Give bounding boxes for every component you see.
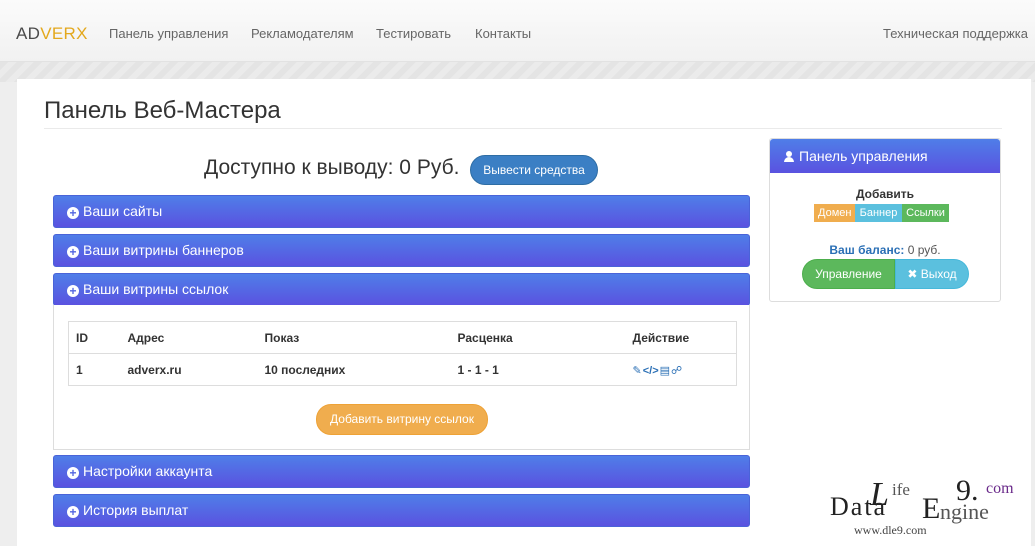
brand-logo-part2: VERX [40,24,88,43]
balance-label: Ваш баланс: [829,243,905,257]
col-header-id: ID [76,330,88,345]
close-icon: ✖ [907,267,918,281]
control-side-panel: Панель управления Добавить Домен Баннер … [769,138,1001,302]
watermark-com: com [986,480,1014,497]
accordion-label: Ваши витрины баннеров [83,242,244,258]
title-divider [44,128,1002,129]
add-domain-label[interactable]: Домен [814,204,855,222]
col-header-address: Адрес [127,330,165,345]
watermark-data: Data [830,492,888,521]
add-labels: Домен Баннер Ссылки [814,204,949,222]
col-header-price: Расценка [457,330,513,345]
side-panel-title: Панель управления [799,148,928,164]
col-header-action: Действие [632,330,690,345]
watermark-ife: ife [892,480,910,499]
watermark-nine: 9. [956,474,979,507]
list-icon[interactable]: ▤ [660,365,670,377]
available-balance-text: Доступно к выводу: 0 Руб. [204,156,460,179]
side-panel-header: Панель управления [770,139,1000,173]
table-row: 1 adverx.ru 10 последних 1 - 1 - 1 ✎</>▤… [68,353,737,386]
nav-item-test[interactable]: Тестировать [376,26,451,41]
code-icon[interactable]: </> [643,365,659,377]
accordion-sites[interactable]: + Ваши сайты [53,195,750,228]
watermark-letter-e: E [922,492,941,525]
cell-show: 10 последних [264,362,346,377]
accordion-label: Ваши витрины ссылок [83,281,229,297]
nav-item-contacts[interactable]: Контакты [475,26,531,41]
accordion-label: Настройки аккаунта [83,463,213,479]
top-navbar: ADVERX Панель управления Рекламодателям … [0,0,1035,62]
link-showcases-panel: ID Адрес Показ Расценка Действие 1 adver… [53,305,750,450]
add-link-showcase-button[interactable]: Добавить витрину ссылок [316,404,488,435]
withdraw-button[interactable]: Вывести средства [470,155,598,185]
col-header-show: Показ [264,330,300,345]
cell-actions: ✎</>▤☍ [626,354,737,386]
brand-logo-part1: AD [16,24,41,43]
cell-price: 1 - 1 - 1 [457,362,499,377]
accordion-account-settings[interactable]: + Настройки аккаунта [53,455,750,488]
link-icon[interactable]: ☍ [671,365,682,377]
accordion-link-showcases[interactable]: + Ваши витрины ссылок [53,273,750,306]
plus-circle-icon: + [67,467,79,479]
table-header-row: ID Адрес Показ Расценка Действие [69,322,737,354]
exit-label: Выход [920,267,957,281]
add-links-label[interactable]: Ссылки [902,204,949,222]
exit-button[interactable]: ✖ Выход [895,259,969,289]
watermark-logo: L ife Data E ngine 9. com www.dle9.com [826,474,1035,546]
accordion-label: Ваши сайты [83,203,163,219]
add-title: Добавить [855,187,915,201]
accordion-banner-showcases[interactable]: + Ваши витрины баннеров [53,234,750,267]
link-showcases-table: ID Адрес Показ Расценка Действие 1 adver… [68,321,737,386]
watermark-url: www.dle9.com [854,523,927,537]
brand-logo[interactable]: ADVERX [16,24,88,44]
add-banner-label[interactable]: Баннер [855,204,902,222]
manage-button[interactable]: Управление [802,259,895,289]
cell-address: adverx.ru [127,362,182,377]
nav-item-support[interactable]: Техническая поддержка [883,26,1028,41]
balance-line: Ваш баланс: 0 руб. [770,243,1000,257]
nav-item-control-panel[interactable]: Панель управления [109,26,228,41]
edit-icon[interactable]: ✎ [633,365,642,377]
plus-circle-icon: + [67,246,79,258]
balance-value: 0 руб. [907,243,941,257]
plus-circle-icon: + [67,207,79,219]
plus-circle-icon: + [67,506,79,518]
nav-item-advertisers[interactable]: Рекламодателям [251,26,354,41]
user-icon [784,151,794,162]
cell-id: 1 [76,362,83,377]
accordion-payout-history[interactable]: + История выплат [53,494,750,527]
plus-circle-icon: + [67,285,79,297]
page-title: Панель Веб-Мастера [44,97,281,124]
accordion-label: История выплат [83,502,189,518]
